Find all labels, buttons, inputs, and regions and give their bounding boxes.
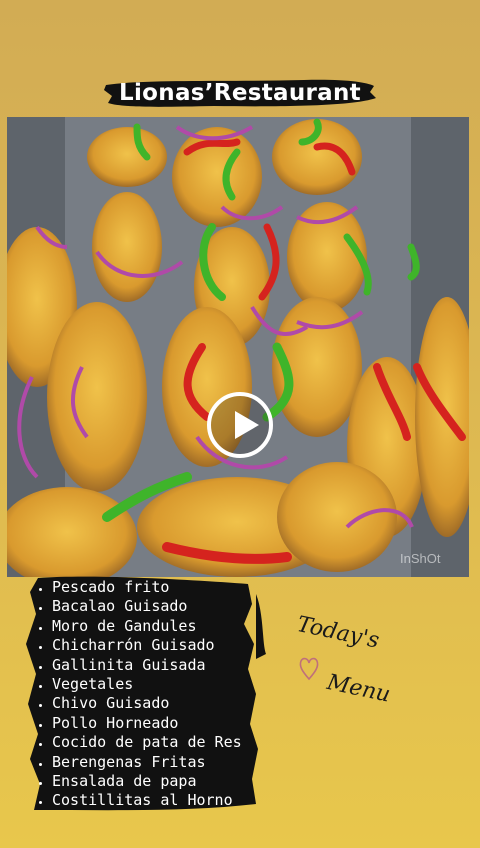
menu-list: Pescado frito Bacalao Guisado Moro de Ga… [36, 578, 242, 811]
menu-panel: Pescado frito Bacalao Guisado Moro de Ga… [16, 574, 266, 814]
menu-item: Ensalada de papa [36, 772, 242, 791]
todays-label: Today's [294, 612, 382, 654]
menu-item: Pollo Horneado [36, 714, 242, 733]
menu-item: Berengenas Fritas [36, 753, 242, 772]
menu-item: Chivo Guisado [36, 694, 242, 713]
menu-item: Vegetales [36, 675, 242, 694]
food-video[interactable] [7, 117, 469, 577]
menu-item: Chicharrón Guisado [36, 636, 242, 655]
menu-item: Gallinita Guisada [36, 656, 242, 675]
menu-item: Bacalao Guisado [36, 597, 242, 616]
play-button[interactable] [207, 392, 273, 458]
menu-item: Cocido de pata de Res [36, 733, 242, 752]
restaurant-title: Lionas’Restaurant [119, 80, 361, 106]
heart-icon [299, 657, 319, 681]
menu-item: Moro de Gandules [36, 617, 242, 636]
menu-label: Menu [324, 670, 393, 708]
menu-item: Pescado frito [36, 578, 242, 597]
todays-menu-heading: Today's Menu [295, 612, 450, 732]
inshot-watermark: InShOt [400, 551, 441, 566]
menu-item: Costillitas al Horno [36, 791, 242, 810]
title-banner: Lionas’Restaurant [104, 76, 376, 110]
fried-fish-photo [7, 117, 469, 577]
